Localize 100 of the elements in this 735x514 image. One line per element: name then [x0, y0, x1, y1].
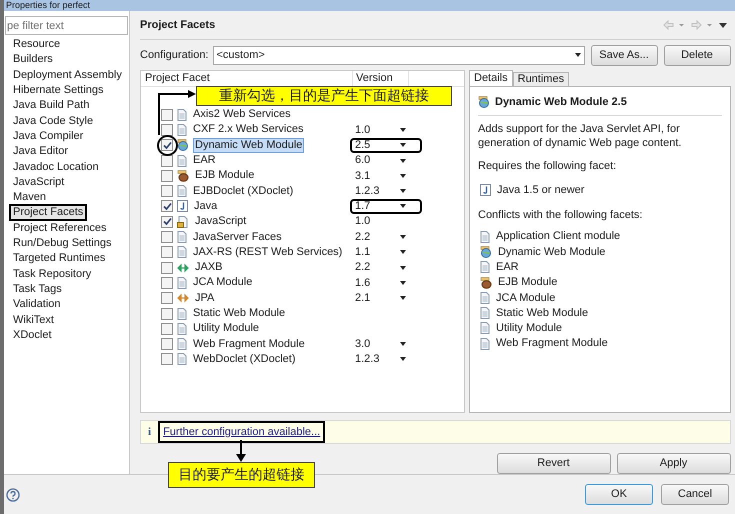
version-dropdown[interactable]: 3.1	[350, 168, 422, 184]
facet-name[interactable]: Dynamic Web Module	[193, 138, 304, 153]
checkbox[interactable]	[161, 185, 173, 198]
version-dropdown[interactable]: 1.2.3	[350, 184, 422, 199]
help-icon[interactable]	[6, 488, 20, 502]
configuration-dropdown[interactable]: <custom>	[212, 46, 584, 64]
sidebar-item[interactable]: JavaScript	[9, 174, 68, 191]
sidebar-item[interactable]: Java Build Path	[9, 97, 94, 114]
sidebar-item[interactable]: Maven	[9, 189, 50, 206]
dropdown-caret-icon[interactable]	[400, 250, 406, 254]
version-dropdown[interactable]: 2.2	[350, 260, 422, 276]
checkbox[interactable]	[161, 308, 173, 320]
document-icon	[177, 185, 187, 198]
checkbox[interactable]	[161, 124, 173, 136]
facet-name[interactable]: WebDoclet (XDoclet)	[191, 352, 298, 367]
dropdown-caret-icon[interactable]	[400, 266, 406, 270]
required-facet: Java 1.5 or newer	[497, 183, 584, 198]
details-tab[interactable]: Runtimes	[512, 72, 570, 86]
sidebar-item[interactable]: Project References	[9, 220, 111, 237]
facet-name[interactable]: EJB Module	[193, 168, 256, 184]
dropdown-caret-icon[interactable]	[400, 296, 406, 300]
sidebar-item[interactable]: Builders	[9, 51, 57, 68]
sidebar-item[interactable]: Run/Debug Settings	[9, 235, 116, 252]
details-tab[interactable]: Details	[469, 70, 513, 86]
document-icon	[177, 322, 187, 335]
dropdown-caret-icon[interactable]	[400, 280, 406, 285]
checkbox[interactable]	[161, 216, 173, 228]
page-title: Project Facets	[140, 18, 216, 33]
sidebar-item[interactable]: Project Facets	[9, 204, 88, 222]
checkbox[interactable]	[161, 338, 173, 350]
facet-name[interactable]: JPA	[193, 290, 216, 306]
version-dropdown[interactable]: 2.1	[350, 290, 422, 306]
facet-name[interactable]: EJBDoclet (XDoclet)	[191, 184, 296, 199]
version-dropdown[interactable]: 1.1	[350, 244, 422, 260]
facet-name[interactable]: Java	[192, 198, 220, 214]
checkbox[interactable]	[161, 322, 173, 335]
sidebar-item[interactable]: Resource	[9, 36, 64, 54]
version-dropdown[interactable]: 1.7	[350, 198, 422, 214]
further-configuration-link[interactable]: Further configuration available...	[158, 421, 326, 443]
filter-field[interactable]: pe filter text	[5, 16, 128, 35]
version-dropdown[interactable]: 1.0	[350, 214, 422, 230]
dropdown-caret-icon[interactable]	[400, 235, 406, 240]
checkbox[interactable]	[161, 200, 173, 212]
sidebar-item[interactable]: Validation	[9, 296, 64, 314]
facet-name[interactable]: JavaScript	[193, 214, 248, 230]
checkbox[interactable]	[161, 170, 173, 182]
page-button[interactable]: Revert	[496, 453, 610, 474]
version-dropdown[interactable]: 6.0	[350, 153, 422, 168]
version-dropdown[interactable]: 3.0	[350, 336, 422, 352]
sidebar-item[interactable]: Task Tags	[9, 280, 66, 298]
facet-name[interactable]: JAXB	[193, 260, 225, 276]
dropdown-caret-icon[interactable]	[400, 189, 406, 194]
configuration-button[interactable]: Delete	[664, 44, 730, 66]
dialog-button[interactable]: Cancel	[661, 484, 729, 505]
dropdown-caret-icon[interactable]	[400, 158, 406, 163]
facet-name[interactable]: EAR	[191, 153, 218, 168]
dropdown-caret-icon[interactable]	[400, 128, 406, 132]
sidebar-item[interactable]: Hibernate Settings	[9, 82, 108, 100]
facet-name[interactable]: Utility Module	[191, 321, 262, 336]
sidebar-item[interactable]: XDoclet	[9, 326, 56, 344]
checkbox[interactable]	[161, 231, 173, 244]
sidebar-item[interactable]: Deployment Assembly	[9, 66, 126, 84]
document-icon	[480, 338, 490, 350]
sidebar-item[interactable]: Java Editor	[9, 143, 72, 160]
checkbox[interactable]	[161, 246, 173, 258]
facet-name[interactable]: Static Web Module	[191, 306, 288, 321]
version-dropdown[interactable]: 1.0	[350, 122, 422, 138]
facet-name[interactable]: Axis2 Web Services	[191, 107, 293, 122]
configuration-button[interactable]: Save As...	[590, 44, 658, 66]
sidebar-item[interactable]: Targeted Runtimes	[9, 250, 110, 268]
checkbox[interactable]	[161, 276, 173, 289]
conflicting-facet: Dynamic Web Module	[498, 244, 606, 260]
sidebar-item[interactable]: Task Repository	[9, 266, 96, 283]
sidebar-item[interactable]: Java Compiler	[9, 128, 88, 145]
sidebar-item[interactable]: WikiText	[9, 312, 58, 328]
dropdown-caret-icon[interactable]	[574, 53, 580, 57]
checkbox[interactable]	[161, 262, 173, 274]
dialog-button[interactable]: OK	[585, 484, 653, 505]
checkbox[interactable]	[161, 139, 173, 152]
version-dropdown[interactable]: 2.5	[350, 138, 422, 153]
dropdown-caret-icon[interactable]	[400, 143, 406, 148]
version-dropdown[interactable]: 2.2	[350, 230, 422, 245]
sidebar-item[interactable]: Java Code Style	[9, 112, 98, 130]
sidebar-item[interactable]: Javadoc Location	[9, 158, 103, 176]
dropdown-caret-icon[interactable]	[400, 342, 406, 346]
facet-name[interactable]: Web Fragment Module	[191, 336, 307, 352]
facet-name[interactable]: CXF 2.x Web Services	[191, 122, 306, 138]
dropdown-caret-icon[interactable]	[400, 204, 406, 208]
facet-name[interactable]: JCA Module	[191, 275, 254, 290]
checkbox[interactable]	[161, 108, 173, 121]
checkbox[interactable]	[161, 292, 173, 304]
dropdown-caret-icon[interactable]	[400, 357, 406, 362]
checkbox[interactable]	[161, 353, 173, 366]
page-button[interactable]: Apply	[616, 453, 730, 474]
checkbox[interactable]	[161, 154, 173, 167]
version-dropdown[interactable]: 1.2.3	[350, 352, 422, 367]
facet-name[interactable]: JavaServer Faces	[191, 230, 284, 245]
facet-name[interactable]: JAX-RS (REST Web Services)	[191, 244, 344, 260]
version-dropdown[interactable]: 1.6	[350, 275, 422, 290]
dropdown-caret-icon[interactable]	[400, 174, 406, 178]
